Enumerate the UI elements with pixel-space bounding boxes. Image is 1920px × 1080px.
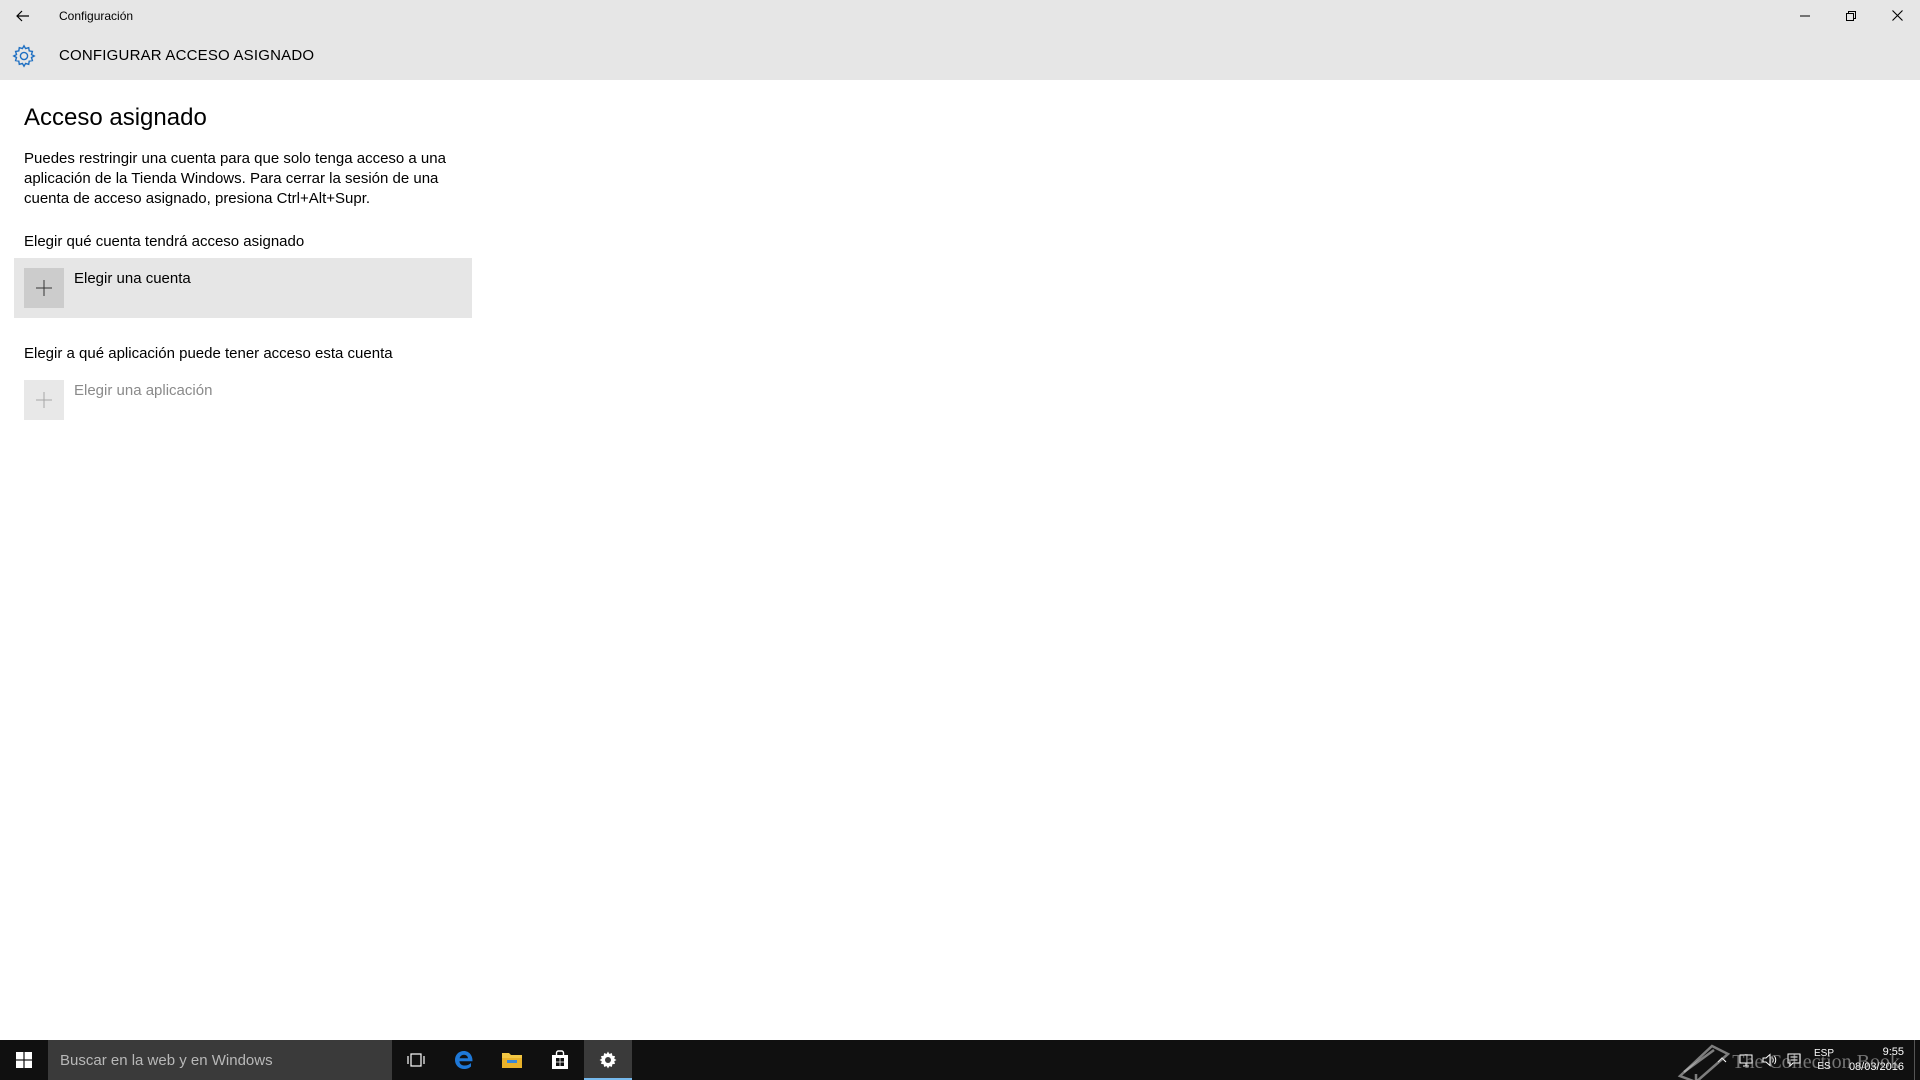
account-section-label: Elegir qué cuenta tendrá acceso asignado (24, 233, 305, 250)
network-button[interactable] (1734, 1040, 1758, 1080)
taskbar: Buscar en la web y en Windows ESP ES 9:5… (0, 1040, 1920, 1080)
chevron-up-icon (1717, 1057, 1727, 1063)
window-controls (1782, 0, 1920, 31)
action-center-icon (1787, 1053, 1801, 1067)
input-language-button[interactable]: ESP ES (1806, 1047, 1842, 1073)
minimize-button[interactable] (1782, 0, 1828, 31)
show-desktop-button[interactable] (1914, 1040, 1920, 1080)
choose-app-label: Elegir una aplicación (74, 382, 213, 399)
window-title: Configuración (59, 8, 134, 23)
network-icon (1739, 1054, 1753, 1067)
settings-taskbar-button[interactable] (584, 1040, 632, 1080)
action-center-button[interactable] (1782, 1040, 1806, 1080)
clock-date: 08/03/2016 (1848, 1061, 1904, 1073)
settings-icon (599, 1051, 617, 1069)
restore-icon (1846, 10, 1856, 21)
choose-account-label: Elegir una cuenta (74, 270, 191, 287)
close-button[interactable] (1874, 0, 1920, 31)
task-view-icon (407, 1053, 425, 1067)
gear-icon (12, 43, 36, 68)
plus-icon-box (24, 268, 64, 308)
title-bar: Configuración (0, 0, 1920, 31)
volume-button[interactable] (1758, 1040, 1782, 1080)
volume-icon (1762, 1053, 1777, 1067)
close-icon (1891, 10, 1903, 21)
clock-time: 9:55 (1882, 1046, 1904, 1058)
plus-icon-box (24, 380, 64, 420)
page-title: Acceso asignado (24, 104, 207, 131)
task-view-button[interactable] (392, 1040, 440, 1080)
start-button[interactable] (0, 1040, 48, 1080)
store-button[interactable] (536, 1040, 584, 1080)
system-tray: ESP ES 9:55 08/03/2016 (1710, 1040, 1920, 1080)
back-arrow-icon (16, 10, 29, 21)
header-title: CONFIGURAR ACCESO ASIGNADO (59, 47, 315, 64)
main-content: Acceso asignado Puedes restringir una cu… (14, 80, 924, 430)
plus-icon (36, 392, 52, 408)
choose-account-button[interactable]: Elegir una cuenta (14, 258, 472, 318)
search-placeholder: Buscar en la web y en Windows (60, 1051, 273, 1069)
minimize-icon (1800, 15, 1810, 16)
show-hidden-icons-button[interactable] (1710, 1040, 1734, 1080)
back-button[interactable] (0, 0, 46, 31)
edge-button[interactable] (440, 1040, 488, 1080)
edge-icon (455, 1051, 473, 1069)
settings-header: CONFIGURAR ACCESO ASIGNADO (0, 31, 1920, 80)
search-box[interactable]: Buscar en la web y en Windows (48, 1040, 392, 1080)
clock-button[interactable]: 9:55 08/03/2016 (1842, 1045, 1914, 1075)
store-icon (552, 1050, 568, 1069)
restore-button[interactable] (1828, 0, 1874, 31)
keyboard-layout-code: ES (1817, 1061, 1831, 1072)
windows-logo-icon (16, 1052, 32, 1068)
choose-app-button[interactable]: Elegir una aplicación (14, 370, 472, 430)
file-explorer-button[interactable] (488, 1040, 536, 1080)
plus-icon (36, 280, 52, 296)
file-explorer-icon (502, 1053, 522, 1068)
language-code: ESP (1813, 1048, 1834, 1059)
app-section-label: Elegir a qué aplicación puede tener acce… (24, 345, 393, 362)
description-text: Puedes restringir una cuenta para que so… (24, 150, 446, 207)
